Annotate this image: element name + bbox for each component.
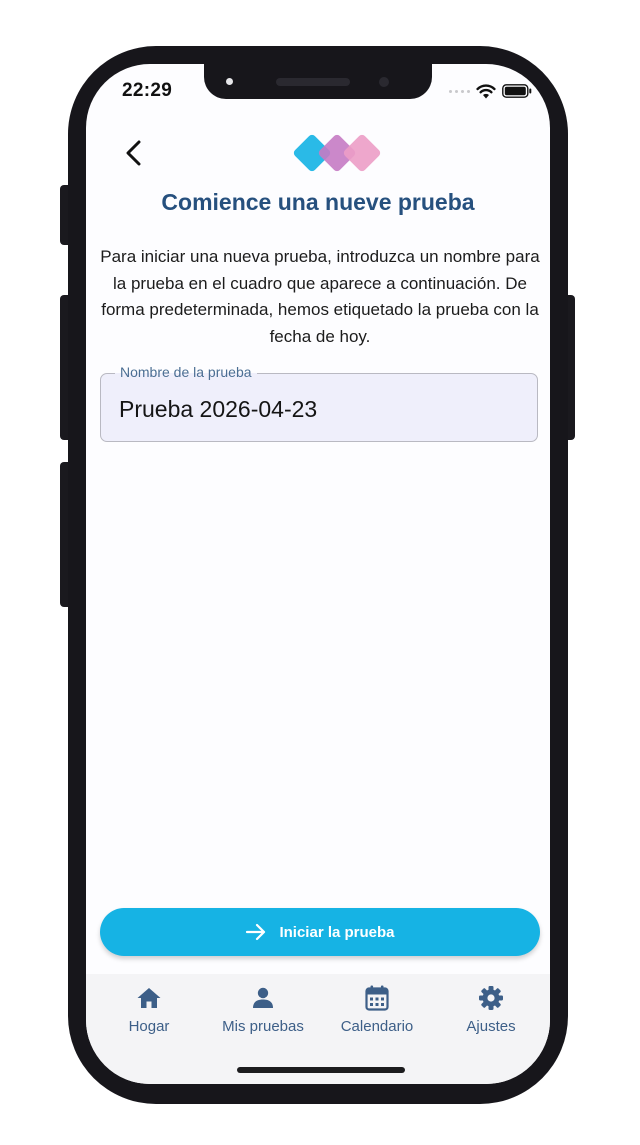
battery-icon [502,84,532,98]
tab-settings[interactable]: Ajustes [436,984,546,1035]
sensor-dot [226,78,233,85]
tab-settings-label: Ajustes [466,1018,516,1035]
person-icon [253,987,273,1008]
chevron-left-icon [126,140,141,166]
status-time: 22:29 [122,80,173,101]
calendar-icon [365,985,389,1011]
wifi-icon [476,83,496,98]
arrow-right-icon [246,923,266,941]
notch [204,64,432,99]
speaker-grille [276,78,350,86]
app-screen: 22:29 Comience una nueve prueba Para ini… [86,64,550,1084]
tab-home-label: Hogar [128,1018,170,1035]
camera-icon [379,77,389,87]
cellular-signal-icon [449,89,470,93]
test-name-field[interactable]: Nombre de la prueba [100,364,538,442]
test-name-input[interactable] [119,396,519,423]
start-test-button[interactable]: Iniciar la prueba [100,908,540,956]
test-name-label: Nombre de la prueba [115,364,257,380]
status-indicators [449,83,532,99]
device-stage: 22:29 Comience una nueve prueba Para ini… [0,0,640,1145]
bottom-tab-bar: Hogar Mis pruebas Calendario Ajustes [86,974,550,1084]
start-test-label: Iniciar la prueba [279,923,395,941]
gear-icon [479,986,503,1010]
app-logo [293,134,381,172]
tab-my-tests[interactable]: Mis pruebas [208,984,318,1035]
tab-my-tests-label: Mis pruebas [222,1018,304,1035]
page-title: Comience una nueve prueba [161,189,475,215]
intro-text: Para iniciar una nueva prueba, introduzc… [100,247,540,346]
home-icon [137,988,161,1008]
tab-calendar-label: Calendario [340,1018,414,1035]
tab-calendar[interactable]: Calendario [322,984,432,1035]
back-button[interactable] [120,139,148,167]
tab-home[interactable]: Hogar [94,984,204,1035]
home-indicator [237,1067,405,1073]
